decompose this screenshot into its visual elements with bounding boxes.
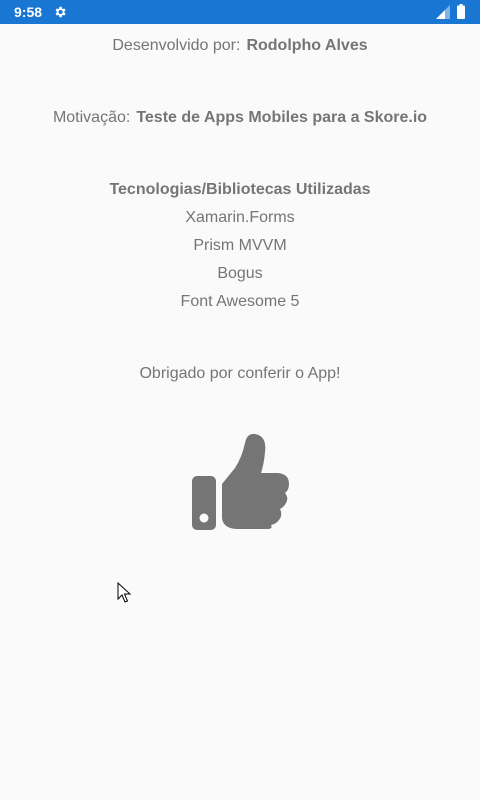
technology-item: Bogus — [217, 265, 263, 282]
developer-label: Desenvolvido por: — [112, 37, 241, 54]
gear-icon — [55, 6, 66, 18]
technology-item: Xamarin.Forms — [185, 209, 295, 226]
status-bar: 9:58 — [0, 0, 480, 24]
developer-row: Desenvolvido por: Rodolpho Alves — [0, 36, 480, 56]
motivation-text: Teste de Apps Mobiles para a Skore.io — [136, 109, 428, 126]
motivation-label: Motivação: — [52, 109, 131, 126]
about-page: Desenvolvido por: Rodolpho Alves Motivaçã… — [0, 24, 480, 800]
mouse-cursor-icon — [117, 582, 131, 603]
motivation-row: Motivação: Teste de Apps Mobiles para a S… — [0, 108, 480, 128]
technology-item: Font Awesome 5 — [180, 293, 300, 310]
status-time: 9:58 — [14, 4, 43, 20]
thumbs-up-icon — [192, 433, 289, 530]
developer-name: Rodolpho Alves — [246, 37, 368, 54]
signal-icon — [436, 5, 450, 19]
technologies-title: Tecnologias/Bibliotecas Utilizadas — [109, 181, 371, 198]
thanks-text: Obrigado por conferir o App! — [139, 365, 341, 382]
technology-item: Prism MVVM — [193, 237, 287, 254]
battery-icon — [457, 4, 465, 19]
